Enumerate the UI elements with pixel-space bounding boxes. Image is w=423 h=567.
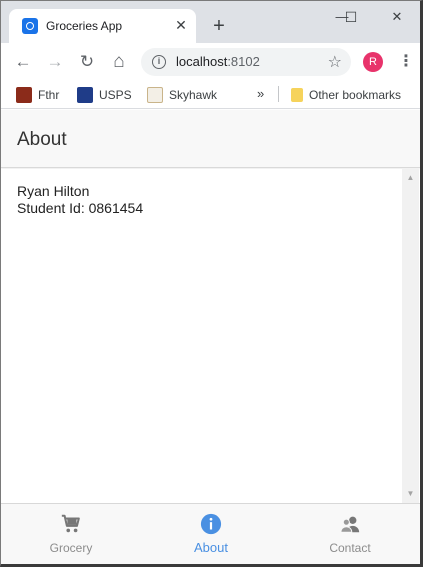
tab-contact-label: Contact: [329, 541, 371, 555]
page-title: About: [17, 129, 67, 150]
tab-title: Groceries App: [46, 19, 123, 33]
skyhawk-favicon-icon: [147, 86, 163, 103]
back-button[interactable]: ←: [12, 51, 34, 73]
folder-icon: [291, 87, 303, 102]
content-scrollbar[interactable]: ▲ ▼: [402, 169, 419, 503]
bookmarks-overflow-button[interactable]: »: [257, 86, 264, 101]
profile-avatar[interactable]: R: [363, 52, 383, 72]
bookmark-star-icon[interactable]: ☆: [328, 52, 342, 72]
info-icon: [200, 513, 222, 535]
tab-grocery-label: Grocery: [49, 541, 93, 555]
bookmark-label: Skyhawk: [169, 87, 218, 102]
tab-close-icon[interactable]: ✕: [173, 17, 189, 33]
tab-about-label: About: [194, 540, 228, 555]
browser-window: Groceries App ✕ + — ☐ ✕ ← → ↻ ⌂ i localh…: [0, 0, 423, 567]
browser-toolbar: ← → ↻ ⌂ i localhost:8102 ☆ R ⋮: [1, 43, 420, 80]
url-host: localhost: [176, 54, 228, 69]
other-bookmarks-folder[interactable]: Other bookmarks: [291, 86, 401, 104]
url-text: localhost:8102: [176, 54, 260, 69]
about-content: Ryan Hilton Student Id: 0861454: [1, 169, 402, 503]
tab-about[interactable]: About: [141, 504, 281, 564]
window-close-button[interactable]: ✕: [385, 7, 409, 27]
contacts-icon: [340, 516, 360, 533]
about-text: Ryan Hilton Student Id: 0861454: [17, 183, 143, 217]
tab-contact[interactable]: Contact: [280, 504, 420, 564]
new-tab-button[interactable]: +: [208, 15, 230, 37]
home-button[interactable]: ⌂: [108, 51, 130, 73]
url-port: :8102: [227, 54, 260, 69]
browser-tab[interactable]: Groceries App ✕: [9, 9, 196, 43]
cart-icon: [61, 514, 80, 533]
student-name: Ryan Hilton: [17, 183, 90, 199]
app-header: About: [1, 110, 420, 168]
student-id: Student Id: 0861454: [17, 200, 144, 216]
tab-strip: Groceries App ✕ + — ☐ ✕: [1, 1, 420, 43]
site-info-icon[interactable]: i: [152, 55, 166, 69]
bottom-tab-bar: Grocery About Contact: [1, 503, 420, 564]
browser-menu-icon[interactable]: ⋮: [398, 52, 414, 72]
maximize-button[interactable]: ☐: [339, 7, 363, 27]
fthr-favicon-icon: [16, 86, 32, 103]
scroll-up-arrow-icon[interactable]: ▲: [402, 171, 419, 185]
app-favicon-icon: [22, 18, 38, 34]
bookmark-label: Fthr: [38, 87, 60, 102]
bookmark-label: USPS: [99, 87, 132, 102]
bookmarks-bar: Fthr USPS Skyhawk » Other bookmarks: [1, 80, 420, 109]
reload-button[interactable]: ↻: [76, 51, 98, 73]
scroll-down-arrow-icon[interactable]: ▼: [402, 487, 419, 501]
forward-button[interactable]: →: [44, 51, 66, 73]
tab-grocery[interactable]: Grocery: [1, 504, 141, 564]
bookmark-fthr[interactable]: Fthr: [16, 86, 59, 104]
bookmark-usps[interactable]: USPS: [77, 86, 132, 104]
bookmark-skyhawk[interactable]: Skyhawk: [147, 86, 217, 104]
other-bookmarks-label: Other bookmarks: [309, 87, 402, 102]
bookmarks-divider: [278, 86, 279, 102]
address-bar[interactable]: i localhost:8102 ☆: [141, 48, 351, 76]
usps-favicon-icon: [77, 86, 93, 103]
